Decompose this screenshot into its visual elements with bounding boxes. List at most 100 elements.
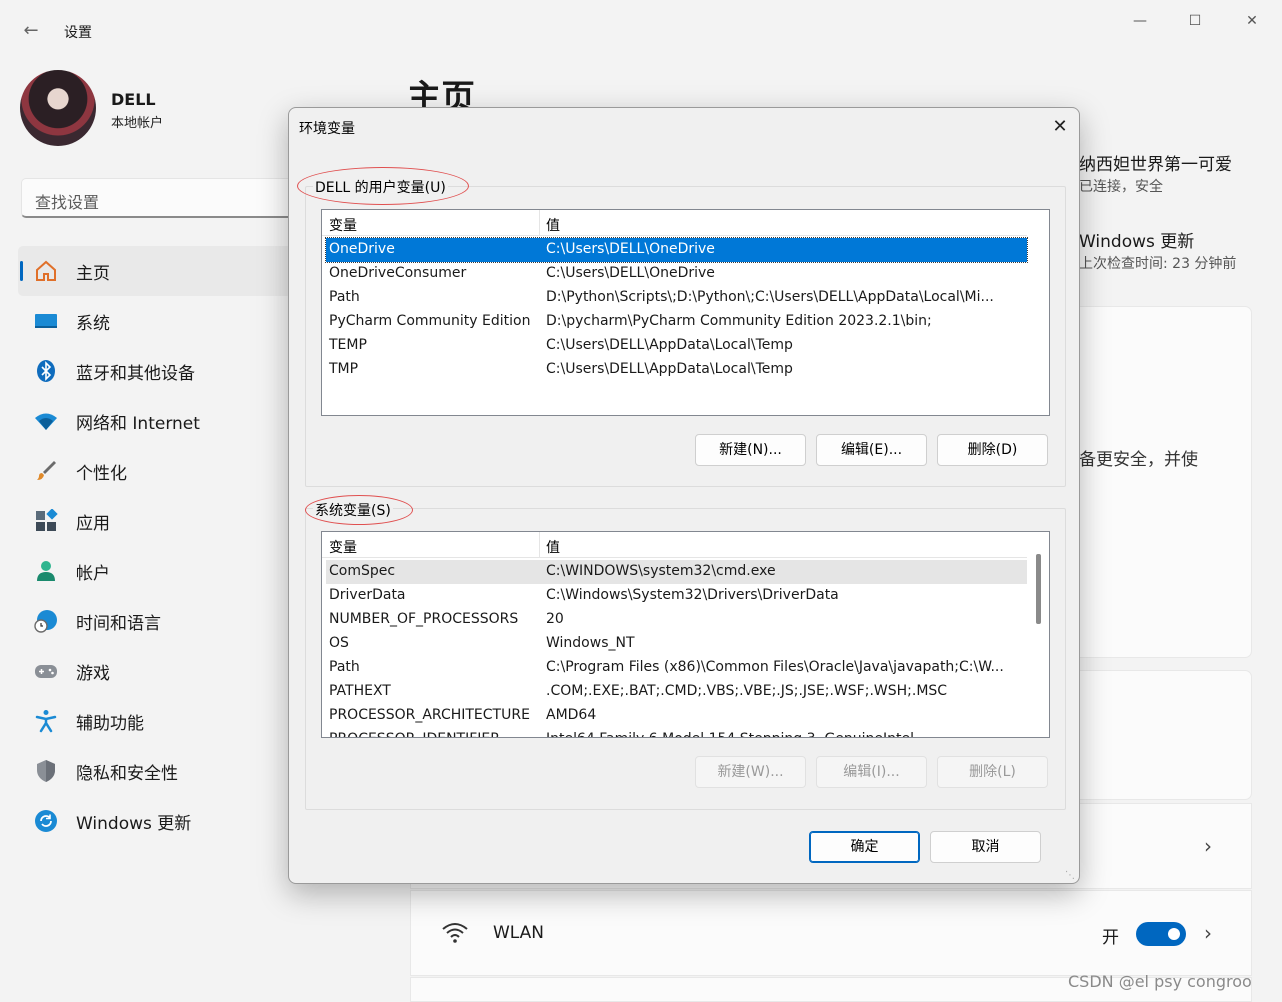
variable-name-cell: ComSpec <box>329 563 396 579</box>
wifi-icon <box>34 409 58 433</box>
column-divider[interactable] <box>539 210 540 236</box>
bluetooth-icon <box>34 359 58 383</box>
table-row[interactable]: PyCharm Community Edition D:\pycharm\PyCh… <box>326 310 1027 334</box>
variable-name-cell: NUMBER_OF_PROCESSORS <box>329 611 519 627</box>
sidebar-item-gaming[interactable]: 游戏 <box>18 646 308 696</box>
ok-button[interactable]: 确定 <box>809 831 920 863</box>
user-new-button[interactable]: 新建(N)... <box>695 434 806 466</box>
vertical-scrollbar[interactable] <box>1027 532 1049 737</box>
variable-value-cell: C:\WINDOWS\system32\cmd.exe <box>546 563 776 579</box>
variable-value-cell: D:\Python\Scripts\;D:\Python\;C:\Users\D… <box>546 289 994 305</box>
sidebar-item-personalization[interactable]: 个性化 <box>18 446 308 496</box>
column-header-value[interactable]: 值 <box>546 215 560 235</box>
variable-name-cell: OneDrive <box>329 241 395 257</box>
sidebar-item-label: 系统 <box>76 313 110 334</box>
system-new-button[interactable]: 新建(W)... <box>695 756 806 788</box>
column-header-value[interactable]: 值 <box>546 537 560 557</box>
sidebar-item-label: 蓝牙和其他设备 <box>76 363 195 384</box>
sidebar-item-system[interactable]: 系统 <box>18 296 308 346</box>
sidebar-item-windows-update[interactable]: Windows 更新 <box>18 796 308 846</box>
minimize-button[interactable]: — <box>1125 10 1155 32</box>
user-variables-rows: OneDrive C:\Users\DELL\OneDrive OneDriveCo… <box>325 237 1028 382</box>
table-row[interactable]: TMP C:\Users\DELL\AppData\Local\Temp <box>326 358 1027 382</box>
sidebar-item-network[interactable]: 网络和 Internet <box>18 396 308 446</box>
wlan-toggle[interactable] <box>1136 922 1186 946</box>
variable-value-cell: Intel64 Family 6 Model 154 Stepping 3, G… <box>546 731 1024 737</box>
sidebar-item-accounts[interactable]: 帐户 <box>18 546 308 596</box>
table-row[interactable]: PATHEXT .COM;.EXE;.BAT;.CMD;.VBS;.VBE;.JS… <box>326 680 1027 704</box>
sidebar-item-label: Windows 更新 <box>76 813 192 834</box>
apps-icon <box>34 509 58 533</box>
chevron-right-icon[interactable]: › <box>1204 921 1212 945</box>
table-row[interactable]: Path D:\Python\Scripts\;D:\Python\;C:\Use… <box>326 286 1027 310</box>
wlan-label: WLAN <box>493 923 545 943</box>
table-row[interactable]: PROCESSOR_ARCHITECTURE AMD64 <box>326 704 1027 728</box>
back-arrow-icon[interactable]: ← <box>20 20 42 42</box>
avatar[interactable] <box>20 70 96 146</box>
recommendation-text: 备更安全，并使 <box>1079 450 1198 470</box>
variable-name-cell: Path <box>329 659 360 675</box>
sidebar-item-time-language[interactable]: 时间和语言 <box>18 596 308 646</box>
table-row[interactable]: PROCESSOR_IDENTIFIER Intel64 Family 6 Mod… <box>326 728 1027 737</box>
environment-variables-dialog: 环境变量 ✕ DELL 的用户变量(U) 变量 值 OneDrive C:\Use… <box>288 107 1080 884</box>
variable-value-cell: Windows_NT <box>546 635 635 651</box>
table-row[interactable]: DriverData C:\Windows\System32\Drivers\Dr… <box>326 584 1027 608</box>
sidebar-item-home[interactable]: 主页 <box>18 246 308 296</box>
table-row[interactable]: TEMP C:\Users\DELL\AppData\Local\Temp <box>326 334 1027 358</box>
list-header: 变量 值 <box>322 532 1027 558</box>
system-variables-list[interactable]: 变量 值 ComSpec C:\WINDOWS\system32\cmd.exe D… <box>321 531 1050 738</box>
variable-value-cell: AMD64 <box>546 707 597 723</box>
close-window-button[interactable]: ✕ <box>1237 10 1267 32</box>
variable-value-cell: C:\Program Files (x86)\Common Files\Orac… <box>546 659 1004 675</box>
annotation-ellipse <box>305 495 413 525</box>
network-name[interactable]: 纳西妲世界第一可爱 <box>1079 150 1232 175</box>
account-icon <box>34 559 58 583</box>
search-placeholder: 查找设置 <box>35 193 100 212</box>
system-delete-button[interactable]: 删除(L) <box>937 756 1048 788</box>
variable-value-cell: C:\Users\DELL\OneDrive <box>546 265 715 281</box>
app-title: 设置 <box>64 25 92 41</box>
settings-titlebar: ← 设置 — ☐ ✕ <box>0 0 1282 62</box>
sidebar-item-accessibility[interactable]: 辅助功能 <box>18 696 308 746</box>
user-delete-button[interactable]: 删除(D) <box>937 434 1048 466</box>
system-edit-button[interactable]: 编辑(I)... <box>816 756 927 788</box>
column-header-name[interactable]: 变量 <box>329 537 357 557</box>
variable-value-cell: C:\Windows\System32\Drivers\DriverData <box>546 587 839 603</box>
maximize-button[interactable]: ☐ <box>1180 10 1210 32</box>
variable-name-cell: DriverData <box>329 587 406 603</box>
sidebar-item-label: 主页 <box>76 263 110 284</box>
search-input[interactable]: 查找设置 <box>21 178 321 218</box>
table-row[interactable]: NUMBER_OF_PROCESSORS 20 <box>326 608 1027 632</box>
sidebar-item-bluetooth[interactable]: 蓝牙和其他设备 <box>18 346 308 396</box>
cancel-button[interactable]: 取消 <box>930 831 1041 863</box>
wlan-state: 开 <box>1102 928 1119 948</box>
sidebar-nav: 主页 系统 蓝牙和其他设备 网络和 Internet 个性化 应用 帐户 时间和… <box>18 246 308 846</box>
variable-value-cell: C:\Users\DELL\AppData\Local\Temp <box>546 361 793 377</box>
column-header-name[interactable]: 变量 <box>329 215 357 235</box>
table-row[interactable]: Path C:\Program Files (x86)\Common Files\… <box>326 656 1027 680</box>
table-row[interactable]: OneDrive C:\Users\DELL\OneDrive <box>325 237 1028 263</box>
table-row[interactable]: OneDriveConsumer C:\Users\DELL\OneDrive <box>326 262 1027 286</box>
user-variables-list[interactable]: 变量 值 OneDrive C:\Users\DELL\OneDrive OneDr… <box>321 209 1050 416</box>
sidebar-item-privacy[interactable]: 隐私和安全性 <box>18 746 308 796</box>
user-edit-button[interactable]: 编辑(E)... <box>816 434 927 466</box>
close-icon[interactable]: ✕ <box>1047 114 1073 140</box>
variable-name-cell: Path <box>329 289 360 305</box>
sidebar-item-apps[interactable]: 应用 <box>18 496 308 546</box>
windows-update-link[interactable]: Windows 更新 <box>1079 227 1194 252</box>
variable-name-cell: PROCESSOR_IDENTIFIER <box>329 731 500 737</box>
gamepad-icon <box>34 659 58 683</box>
network-status: 已连接，安全 <box>1079 179 1163 195</box>
variable-value-cell: D:\pycharm\PyCharm Community Edition 202… <box>546 313 932 329</box>
variable-value-cell: 20 <box>546 611 564 627</box>
home-icon <box>34 259 58 283</box>
column-divider[interactable] <box>539 532 540 558</box>
variable-value-cell: .COM;.EXE;.BAT;.CMD;.VBS;.VBE;.JS;.JSE;.… <box>546 683 948 699</box>
system-variables-rows: ComSpec C:\WINDOWS\system32\cmd.exe Driver… <box>326 560 1027 737</box>
scrollbar-thumb[interactable] <box>1036 554 1041 624</box>
variable-name-cell: OneDriveConsumer <box>329 265 467 281</box>
shield-icon <box>34 759 58 783</box>
table-row[interactable]: OS Windows_NT <box>326 632 1027 656</box>
table-row[interactable]: ComSpec C:\WINDOWS\system32\cmd.exe <box>326 560 1027 584</box>
resize-grip-icon[interactable]: ⋱ <box>1065 870 1077 882</box>
